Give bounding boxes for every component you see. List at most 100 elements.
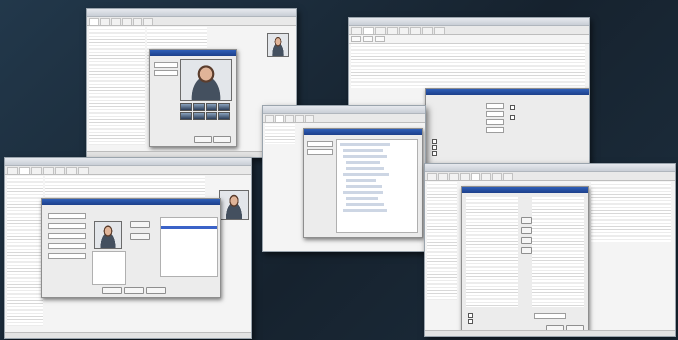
tab[interactable] bbox=[437, 173, 448, 180]
filter-field[interactable] bbox=[307, 149, 333, 155]
remove-all-button[interactable] bbox=[521, 247, 532, 254]
tab[interactable] bbox=[503, 173, 514, 180]
assignment-dialog[interactable] bbox=[461, 186, 589, 334]
capture-option-field[interactable] bbox=[154, 70, 178, 76]
checkbox-icon[interactable] bbox=[432, 139, 437, 144]
tab[interactable] bbox=[78, 167, 90, 174]
tree-node-icon[interactable] bbox=[346, 161, 380, 164]
window-titlebar[interactable] bbox=[87, 9, 296, 17]
notes-area[interactable] bbox=[92, 251, 126, 285]
detail-table[interactable] bbox=[45, 176, 205, 198]
tab[interactable] bbox=[99, 18, 110, 25]
tab[interactable] bbox=[427, 173, 437, 180]
tree-node-icon[interactable] bbox=[340, 143, 390, 146]
name-field[interactable] bbox=[48, 213, 86, 219]
tab[interactable] bbox=[143, 18, 154, 25]
date-field[interactable] bbox=[534, 313, 566, 319]
access-table[interactable] bbox=[427, 182, 457, 300]
tab[interactable] bbox=[265, 115, 274, 122]
dialog-titlebar[interactable] bbox=[304, 129, 422, 135]
window-titlebar[interactable] bbox=[5, 158, 251, 166]
employee-window[interactable] bbox=[4, 157, 252, 339]
tree-node-icon[interactable] bbox=[346, 185, 382, 188]
filter-field[interactable] bbox=[307, 141, 333, 147]
tab[interactable] bbox=[362, 27, 374, 34]
property-grid[interactable] bbox=[351, 44, 585, 88]
tab[interactable] bbox=[110, 18, 121, 25]
employee-detail-dialog[interactable] bbox=[41, 198, 221, 298]
tab[interactable] bbox=[66, 167, 78, 174]
cancel-button[interactable] bbox=[213, 136, 231, 143]
tab[interactable] bbox=[30, 167, 42, 174]
tab[interactable] bbox=[18, 167, 30, 174]
tab[interactable] bbox=[304, 115, 314, 122]
checkbox-icon[interactable] bbox=[468, 313, 473, 318]
tab[interactable] bbox=[470, 173, 481, 180]
dialog-titlebar[interactable] bbox=[42, 199, 220, 205]
photo-icon[interactable] bbox=[205, 103, 218, 111]
thumbnail-grid[interactable] bbox=[180, 103, 230, 120]
access-level-window[interactable] bbox=[424, 163, 676, 337]
add-all-button[interactable] bbox=[521, 227, 532, 234]
load-photo-button[interactable] bbox=[130, 233, 150, 240]
photo-icon[interactable] bbox=[180, 112, 192, 120]
tree-window[interactable] bbox=[262, 105, 426, 252]
tree-view[interactable] bbox=[336, 139, 418, 233]
tab[interactable] bbox=[459, 173, 470, 180]
tab[interactable] bbox=[274, 115, 284, 122]
available-list[interactable] bbox=[466, 197, 518, 307]
tree-node-icon[interactable] bbox=[346, 179, 376, 182]
ok-button[interactable] bbox=[102, 287, 122, 294]
window-titlebar[interactable] bbox=[263, 106, 425, 114]
side-list[interactable] bbox=[265, 124, 295, 144]
tree-node-icon[interactable] bbox=[346, 167, 384, 170]
photo-icon[interactable] bbox=[205, 112, 218, 120]
tab[interactable] bbox=[42, 167, 54, 174]
toolbar-button[interactable] bbox=[351, 36, 361, 42]
tab[interactable] bbox=[89, 18, 99, 25]
dialog-titlebar[interactable] bbox=[150, 50, 236, 56]
apply-button[interactable] bbox=[146, 287, 166, 294]
photo-icon[interactable] bbox=[218, 103, 230, 111]
tab[interactable] bbox=[410, 27, 422, 34]
access-group-list[interactable] bbox=[160, 217, 218, 277]
tree-node-icon[interactable] bbox=[343, 173, 389, 176]
tab[interactable] bbox=[132, 18, 143, 25]
tab[interactable] bbox=[351, 27, 362, 34]
list-item[interactable] bbox=[161, 226, 217, 230]
checkbox-icon[interactable] bbox=[510, 105, 515, 110]
camera-capture-dialog[interactable] bbox=[149, 49, 237, 147]
window-titlebar[interactable] bbox=[349, 18, 589, 26]
dialog-titlebar[interactable] bbox=[426, 89, 589, 95]
setting-field[interactable] bbox=[486, 111, 504, 117]
tree-node-icon[interactable] bbox=[343, 149, 383, 152]
id-field[interactable] bbox=[48, 233, 86, 239]
tree-node-icon[interactable] bbox=[346, 203, 384, 206]
checkbox-icon[interactable] bbox=[468, 319, 473, 324]
tab[interactable] bbox=[386, 27, 398, 34]
assigned-list[interactable] bbox=[532, 197, 584, 307]
tab[interactable] bbox=[7, 167, 18, 174]
tab[interactable] bbox=[448, 173, 459, 180]
user-list-table[interactable] bbox=[89, 27, 145, 145]
tree-node-icon[interactable] bbox=[343, 155, 387, 158]
tree-node-icon[interactable] bbox=[346, 197, 378, 200]
dialog-titlebar[interactable] bbox=[462, 187, 588, 193]
photo-icon[interactable] bbox=[192, 112, 205, 120]
toolbar-button[interactable] bbox=[363, 36, 373, 42]
setting-field[interactable] bbox=[486, 127, 504, 133]
tab[interactable] bbox=[54, 167, 66, 174]
remove-button[interactable] bbox=[521, 237, 532, 244]
tab[interactable] bbox=[294, 115, 304, 122]
cancel-button[interactable] bbox=[124, 287, 144, 294]
setting-field[interactable] bbox=[486, 103, 504, 109]
name-field[interactable] bbox=[48, 223, 86, 229]
setting-field[interactable] bbox=[486, 119, 504, 125]
tree-node-icon[interactable] bbox=[343, 209, 387, 212]
tab[interactable] bbox=[374, 27, 386, 34]
tab[interactable] bbox=[121, 18, 132, 25]
tab[interactable] bbox=[492, 173, 503, 180]
capture-photo-button[interactable] bbox=[130, 221, 150, 228]
tab[interactable] bbox=[398, 27, 410, 34]
checkbox-icon[interactable] bbox=[432, 145, 437, 150]
